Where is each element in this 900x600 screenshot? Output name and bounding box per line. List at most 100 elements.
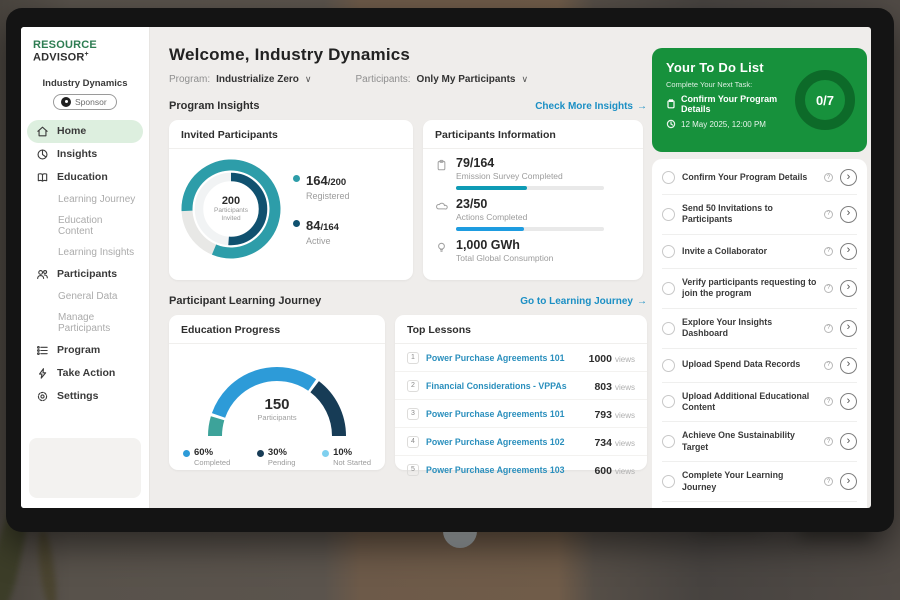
emission-survey-value: 79/164: [456, 156, 604, 170]
checkbox-icon[interactable]: [662, 359, 675, 372]
sidebar-item-learning-journey[interactable]: Learning Journey: [27, 189, 143, 210]
active-dot-icon: [293, 220, 300, 227]
checkbox-icon[interactable]: [662, 435, 675, 448]
task-row-send-invitations[interactable]: Send 50 Invitations to Participants ? ›: [662, 195, 857, 235]
chevron-right-button[interactable]: ›: [840, 473, 857, 490]
task-row-upload-spend-data[interactable]: Upload Spend Data Records ? ›: [662, 349, 857, 383]
checkbox-icon[interactable]: [662, 395, 675, 408]
active-denominator: /164: [320, 222, 339, 233]
chevron-right-button[interactable]: ›: [840, 320, 857, 337]
sidebar-item-insights[interactable]: Insights: [27, 143, 143, 166]
card-title: Top Lessons: [395, 315, 647, 344]
lesson-views-suffix: views: [615, 411, 635, 420]
task-row-complete-learning-journey[interactable]: Complete Your Learning Journey ? ›: [662, 462, 857, 502]
org-name: Industry Dynamics: [21, 78, 149, 89]
sidebar-item-manage-participants[interactable]: Manage Participants: [27, 307, 143, 339]
question-icon[interactable]: ?: [824, 324, 833, 333]
sidebar-item-education-content[interactable]: Education Content: [27, 210, 143, 242]
lesson-views-value: 793: [594, 409, 612, 421]
chevron-right-button[interactable]: ›: [840, 393, 857, 410]
task-row-invite-collaborator[interactable]: Invite a Collaborator ? ›: [662, 235, 857, 269]
chevron-right-button[interactable]: ›: [840, 357, 857, 374]
people-icon: [36, 268, 49, 281]
donut-center-value: 200: [222, 195, 240, 207]
todo-panel: Your To Do List Complete Your Next Task:…: [652, 27, 867, 508]
chevron-right-button[interactable]: ›: [840, 243, 857, 260]
active-value: 84: [306, 218, 320, 233]
chevron-right-button[interactable]: ›: [840, 206, 857, 223]
chevron-right-button[interactable]: ›: [840, 280, 857, 297]
education-progress-card: Education Progress 150 Participants 60%C…: [169, 315, 385, 470]
home-icon: [36, 125, 49, 138]
task-row-confirm-program[interactable]: Confirm Your Program Details ? ›: [662, 161, 857, 195]
question-icon[interactable]: ?: [824, 284, 833, 293]
participants-filter[interactable]: Participants: Only My Participants ∨: [356, 74, 529, 85]
card-title: Participants Information: [423, 120, 643, 149]
progress-fill: [456, 227, 524, 231]
sidebar-item-home[interactable]: Home: [27, 120, 143, 143]
task-label: Invite a Collaborator: [682, 246, 817, 257]
lesson-views-suffix: views: [615, 467, 635, 476]
todo-progress-ring: 0/7: [795, 70, 855, 130]
lesson-views-value: 1000: [589, 353, 612, 365]
program-insights-title: Program Insights: [169, 100, 259, 112]
sidebar-item-settings[interactable]: Settings: [27, 385, 143, 408]
sidebar-item-education[interactable]: Education: [27, 166, 143, 189]
chevron-down-icon: ∨: [305, 74, 312, 85]
task-label: Upload Additional Educational Content: [682, 391, 817, 414]
sidebar-item-label: Program: [57, 344, 100, 356]
gauge-center-value: 150: [187, 396, 367, 413]
clock-icon: [666, 119, 676, 129]
go-to-learning-journey-link[interactable]: Go to Learning Journey→: [520, 296, 647, 307]
program-insights-header: Program Insights Check More Insights→: [169, 100, 647, 112]
chevron-right-button[interactable]: ›: [840, 433, 857, 450]
sidebar-item-label: Education: [57, 171, 108, 183]
task-row-achieve-target[interactable]: Achieve One Sustainability Target ? ›: [662, 422, 857, 462]
dashboard-screen: RESOURCE ADVISOR+ Industry Dynamics Spon…: [21, 27, 871, 508]
checkbox-icon[interactable]: [662, 282, 675, 295]
lesson-link[interactable]: Power Purchase Agreements 101: [426, 353, 582, 363]
lesson-link[interactable]: Power Purchase Agreements 103: [426, 465, 587, 475]
checkbox-icon[interactable]: [662, 322, 675, 335]
question-icon[interactable]: ?: [824, 437, 833, 446]
legend-not-started: 10%Not Started: [322, 447, 371, 467]
lesson-link[interactable]: Power Purchase Agreements 101: [426, 409, 587, 419]
chevron-right-button[interactable]: ›: [840, 169, 857, 186]
sidebar-item-take-action[interactable]: Take Action: [27, 362, 143, 385]
not-started-dot-icon: [322, 450, 329, 457]
action-icon: [36, 367, 49, 380]
sidebar-nav: Home Insights Education Learning Journey…: [21, 120, 149, 408]
checkbox-icon[interactable]: [662, 245, 675, 258]
sidebar-item-program[interactable]: Program: [27, 339, 143, 362]
sidebar-item-general-data[interactable]: General Data: [27, 286, 143, 307]
sidebar-item-learning-insights[interactable]: Learning Insights: [27, 242, 143, 263]
question-icon[interactable]: ?: [824, 247, 833, 256]
invited-participants-card: Invited Participants 200 Participants In…: [169, 120, 413, 280]
lesson-link[interactable]: Financial Considerations - VPPAs: [426, 381, 587, 391]
check-more-insights-link[interactable]: Check More Insights→: [535, 101, 647, 112]
question-icon[interactable]: ?: [824, 361, 833, 370]
registered-label: Registered: [306, 191, 350, 201]
sidebar-item-label: General Data: [58, 291, 117, 302]
sidebar-item-participants[interactable]: Participants: [27, 263, 143, 286]
monitor-bezel: RESOURCE ADVISOR+ Industry Dynamics Spon…: [6, 8, 894, 532]
sidebar-item-label: Home: [57, 125, 86, 137]
lesson-link[interactable]: Power Purchase Agreements 102: [426, 437, 587, 447]
learning-cards-row: Education Progress 150 Participants 60%C…: [169, 315, 647, 470]
checkbox-icon[interactable]: [662, 171, 675, 184]
sidebar-item-label: Education Content: [58, 215, 139, 237]
checkbox-icon[interactable]: [662, 208, 675, 221]
task-row-upload-educational-content[interactable]: Upload Additional Educational Content ? …: [662, 383, 857, 423]
task-row-explore-insights[interactable]: Explore Your Insights Dashboard ? ›: [662, 309, 857, 349]
invited-donut-chart: 200 Participants Invited: [179, 157, 283, 261]
question-icon[interactable]: ?: [824, 173, 833, 182]
program-filter[interactable]: Program: Industrialize Zero ∨: [169, 74, 312, 85]
actions-completed-progressbar: [456, 227, 604, 231]
question-icon[interactable]: ?: [824, 397, 833, 406]
book-icon: [36, 171, 49, 184]
task-row-verify-participants[interactable]: Verify participants requesting to join t…: [662, 269, 857, 309]
question-icon[interactable]: ?: [824, 477, 833, 486]
checkbox-icon[interactable]: [662, 475, 675, 488]
collapse-tasks-link[interactable]: Collapse Tasks ∧: [662, 502, 857, 508]
question-icon[interactable]: ?: [824, 210, 833, 219]
